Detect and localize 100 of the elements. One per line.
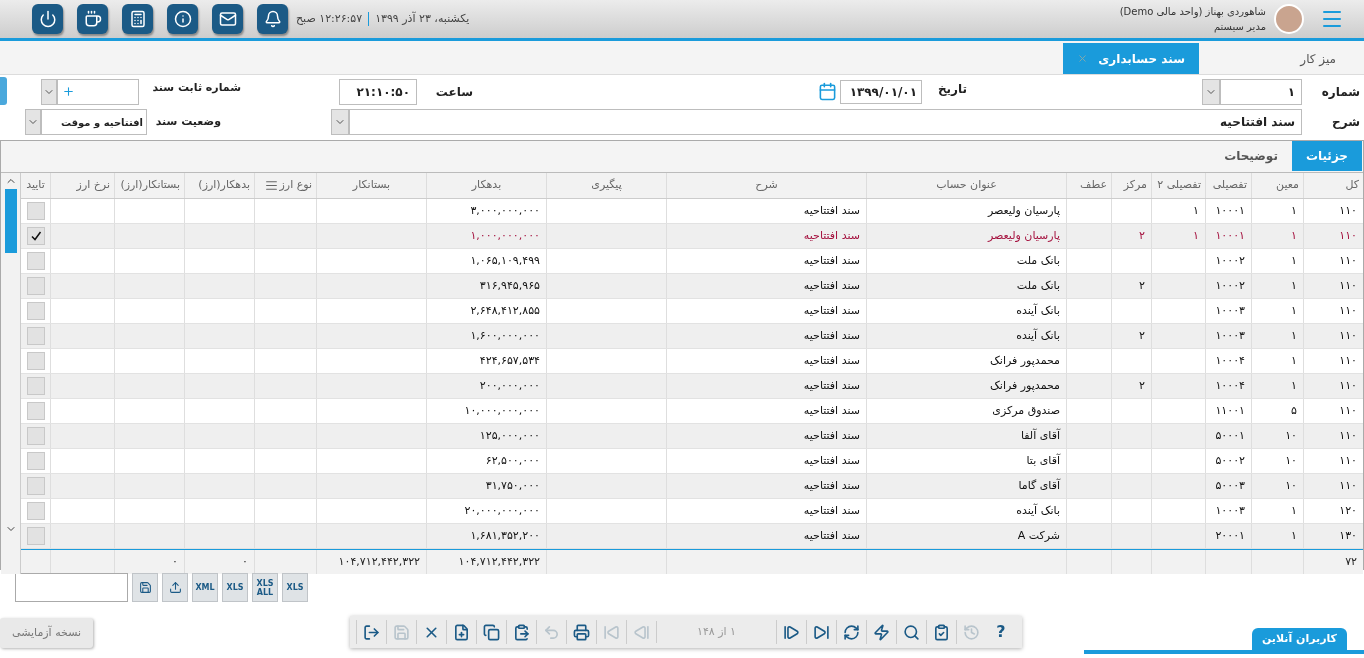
export-button[interactable]: XLS ALL	[252, 573, 278, 602]
column-header[interactable]: شرح	[666, 173, 866, 198]
status-select[interactable]: افتتاحیه و موقت	[41, 109, 147, 135]
checkbox[interactable]	[26, 502, 45, 520]
table-cell: ۱	[1151, 199, 1205, 223]
table-row[interactable]: ۱۱۰ ۱۰ ۵۰۰۰۲ آقای بتا سند افتتاحیه ۶۲,۵۰۰,۰۰۰	[21, 449, 1363, 474]
menu-icon[interactable]	[264, 179, 278, 192]
column-header[interactable]: عنوان حساب	[866, 173, 1066, 198]
table-row[interactable]: ۱۲۰ ۱ ۱۰۰۰۳ بانک آینده سند افتتاحیه ۲۰,۰۰۰,۰۰۰,۰۰۰	[21, 499, 1363, 524]
column-header[interactable]: نوع ارز	[254, 173, 316, 198]
file-plus-icon	[453, 623, 470, 641]
export-button[interactable]	[132, 573, 158, 602]
checkbox[interactable]	[26, 277, 45, 295]
info-button[interactable]	[167, 4, 198, 34]
column-header[interactable]: نرخ ارز	[50, 173, 114, 198]
tab[interactable]: جزئیات	[1291, 141, 1362, 171]
table-row[interactable]: ۱۱۰ ۱ ۱۰۰۰۴ ۲ محمدپور فرانک سند افتتاحیه ۲۰۰,۰۰۰,۰۰۰	[21, 374, 1363, 399]
checkbox[interactable]	[26, 202, 45, 220]
column-header[interactable]: تایید	[21, 173, 50, 198]
power-icon	[38, 10, 57, 28]
info-icon	[173, 10, 192, 28]
checkbox[interactable]	[26, 252, 45, 270]
field-label: شماره	[1320, 83, 1361, 101]
table-row[interactable]: ۱۱۰ ۱ ۱۰۰۰۲ ۲ بانک ملت سند افتتاحیه ۳۱۶,۹۴۵,۹۶۵	[21, 274, 1363, 299]
mail-button[interactable]	[212, 4, 243, 34]
table-cell: ۱	[1251, 324, 1303, 348]
search-icon	[903, 623, 920, 641]
scrollbar-thumb[interactable]	[4, 189, 17, 253]
table-row[interactable]: ۱۱۰ ۱ ۱۰۰۰۱ ۱ پارسیان ولیعصر سند افتتاحیه ۳,۰۰۰,۰۰۰,۰۰۰	[21, 199, 1363, 224]
time-field[interactable]: ۲۱:۱۰:۵۰	[339, 78, 417, 105]
column-header[interactable]: پیگیری	[546, 173, 666, 198]
checkbox[interactable]	[26, 452, 45, 470]
table-row[interactable]: ۱۱۰ ۱ ۱۰۰۰۲ بانک ملت سند افتتاحیه ۱,۰۶۵,۱۰۹,۴۹۹	[21, 249, 1363, 274]
column-header[interactable]: مرکز	[1111, 173, 1151, 198]
table-cell: ۱۰۰۰۱	[1205, 224, 1251, 248]
tab[interactable]: سند حسابداری	[1063, 43, 1199, 74]
plus-icon[interactable]	[62, 85, 75, 98]
tab[interactable]: میز کار	[1199, 43, 1354, 74]
export-button[interactable]: XLS	[282, 573, 308, 602]
description-field[interactable]: سند افتتاحیه	[349, 109, 1302, 135]
cup-button[interactable]	[77, 4, 108, 34]
column-header[interactable]: تفصیلی ۲	[1151, 173, 1205, 198]
export-button[interactable]: XML	[192, 573, 218, 602]
column-header[interactable]: بستانکار(ارز)	[114, 173, 184, 198]
checkbox[interactable]	[26, 327, 45, 345]
table-row[interactable]: ۱۱۰ ۱ ۱۰۰۰۳ بانک آینده سند افتتاحیه ۲,۶۴۸,۴۱۲,۸۵۵	[21, 299, 1363, 324]
table-cell: ۱۱۰۰۱	[1205, 399, 1251, 423]
table-row[interactable]: ۱۱۰ ۱۰ ۵۰۰۰۳ آقای گاما سند افتتاحیه ۳۱,۷۵۰,۰۰۰	[21, 474, 1363, 499]
column-header[interactable]: کل	[1303, 173, 1363, 198]
field-label: تاریخ	[936, 81, 967, 98]
online-users-tab[interactable]: کاربران آنلاین	[1251, 628, 1347, 650]
dropdown-button[interactable]	[1202, 78, 1220, 105]
column-header[interactable]: تفصیلی	[1205, 173, 1251, 198]
scrollbar[interactable]	[1, 173, 21, 574]
table-cell: ۱۰۰۰۴	[1205, 374, 1251, 398]
dropdown-button[interactable]	[25, 109, 41, 135]
checkbox[interactable]	[26, 427, 45, 445]
column-header[interactable]: عطف	[1066, 173, 1111, 198]
table-row[interactable]: ۱۱۰ ۵ ۱۱۰۰۱ صندوق مرکزی سند افتتاحیه ۱۰,۰۰۰,۰۰۰,۰۰۰	[21, 399, 1363, 424]
table-cell: ۱	[1251, 224, 1303, 248]
table-row[interactable]: ۱۱۰ ۱ ۱۰۰۰۱ ۱ ۲ پارسیان ولیعصر سند افتتاحیه ۱,۰۰۰,۰۰۰,۰۰۰	[21, 224, 1363, 249]
side-handle[interactable]	[0, 77, 7, 105]
table-cell: ۱۰۰۰۴	[1205, 349, 1251, 373]
checkbox[interactable]	[26, 527, 45, 545]
table-row[interactable]: ۱۱۰ ۱ ۱۰۰۰۴ محمدپور فرانک سند افتتاحیه ۴۲۴,۶۵۷,۵۳۴	[21, 349, 1363, 374]
checkbox[interactable]	[26, 302, 45, 320]
export-button[interactable]: XLS	[222, 573, 248, 602]
table-cell: ۱,۶۸۱,۳۵۲,۲۰۰	[426, 524, 546, 548]
refresh-icon	[843, 623, 860, 641]
fixed-number-field[interactable]	[57, 78, 139, 105]
checkbox[interactable]	[26, 227, 45, 245]
help-button[interactable]: ?	[986, 620, 1016, 644]
export-button[interactable]	[162, 573, 188, 602]
table-cell: صندوق مرکزی	[866, 399, 1066, 423]
field-label: ساعت	[434, 83, 473, 101]
number-field[interactable]: ۱	[1220, 78, 1302, 105]
column-header[interactable]: بستانکار	[316, 173, 426, 198]
checkbox[interactable]	[26, 377, 45, 395]
table-row[interactable]: ۱۱۰ ۱ ۱۰۰۰۳ ۲ بانک آینده سند افتتاحیه ۱,۶۰۰,۰۰۰,۰۰۰	[21, 324, 1363, 349]
date-field[interactable]: ۱۳۹۹/۰۱/۰۱	[840, 79, 922, 104]
column-header[interactable]: بدهکار	[426, 173, 546, 198]
tab[interactable]: توضیحات	[1210, 141, 1292, 171]
bell-button[interactable]	[257, 4, 288, 34]
column-header[interactable]: بدهکار(ارز)	[184, 173, 254, 198]
power-button[interactable]	[32, 4, 63, 34]
calendar-icon[interactable]	[818, 82, 837, 101]
checkbox[interactable]	[26, 352, 45, 370]
table-row[interactable]: ۱۳۰ ۱ ۲۰۰۰۱ شرکت A سند افتتاحیه ۱,۶۸۱,۳۵۲,۲۰۰	[21, 524, 1363, 549]
page-indicator: ۱ از ۱۴۸	[656, 621, 776, 643]
checkbox[interactable]	[26, 477, 45, 495]
table-row[interactable]: ۱۱۰ ۱۰ ۵۰۰۰۱ آقای آلفا سند افتتاحیه ۱۲۵,۰۰۰,۰۰۰	[21, 424, 1363, 449]
table-cell: بانک آینده	[866, 499, 1066, 523]
calculator-button[interactable]	[122, 4, 153, 34]
dropdown-button[interactable]	[41, 78, 57, 105]
dropdown-button[interactable]	[331, 109, 349, 135]
checkbox[interactable]	[26, 402, 45, 420]
table-cell: ۲	[1111, 274, 1151, 298]
input-field[interactable]	[15, 573, 128, 602]
column-header[interactable]: معین	[1251, 173, 1303, 198]
table-cell: ۱,۰۰۰,۰۰۰,۰۰۰	[426, 224, 546, 248]
